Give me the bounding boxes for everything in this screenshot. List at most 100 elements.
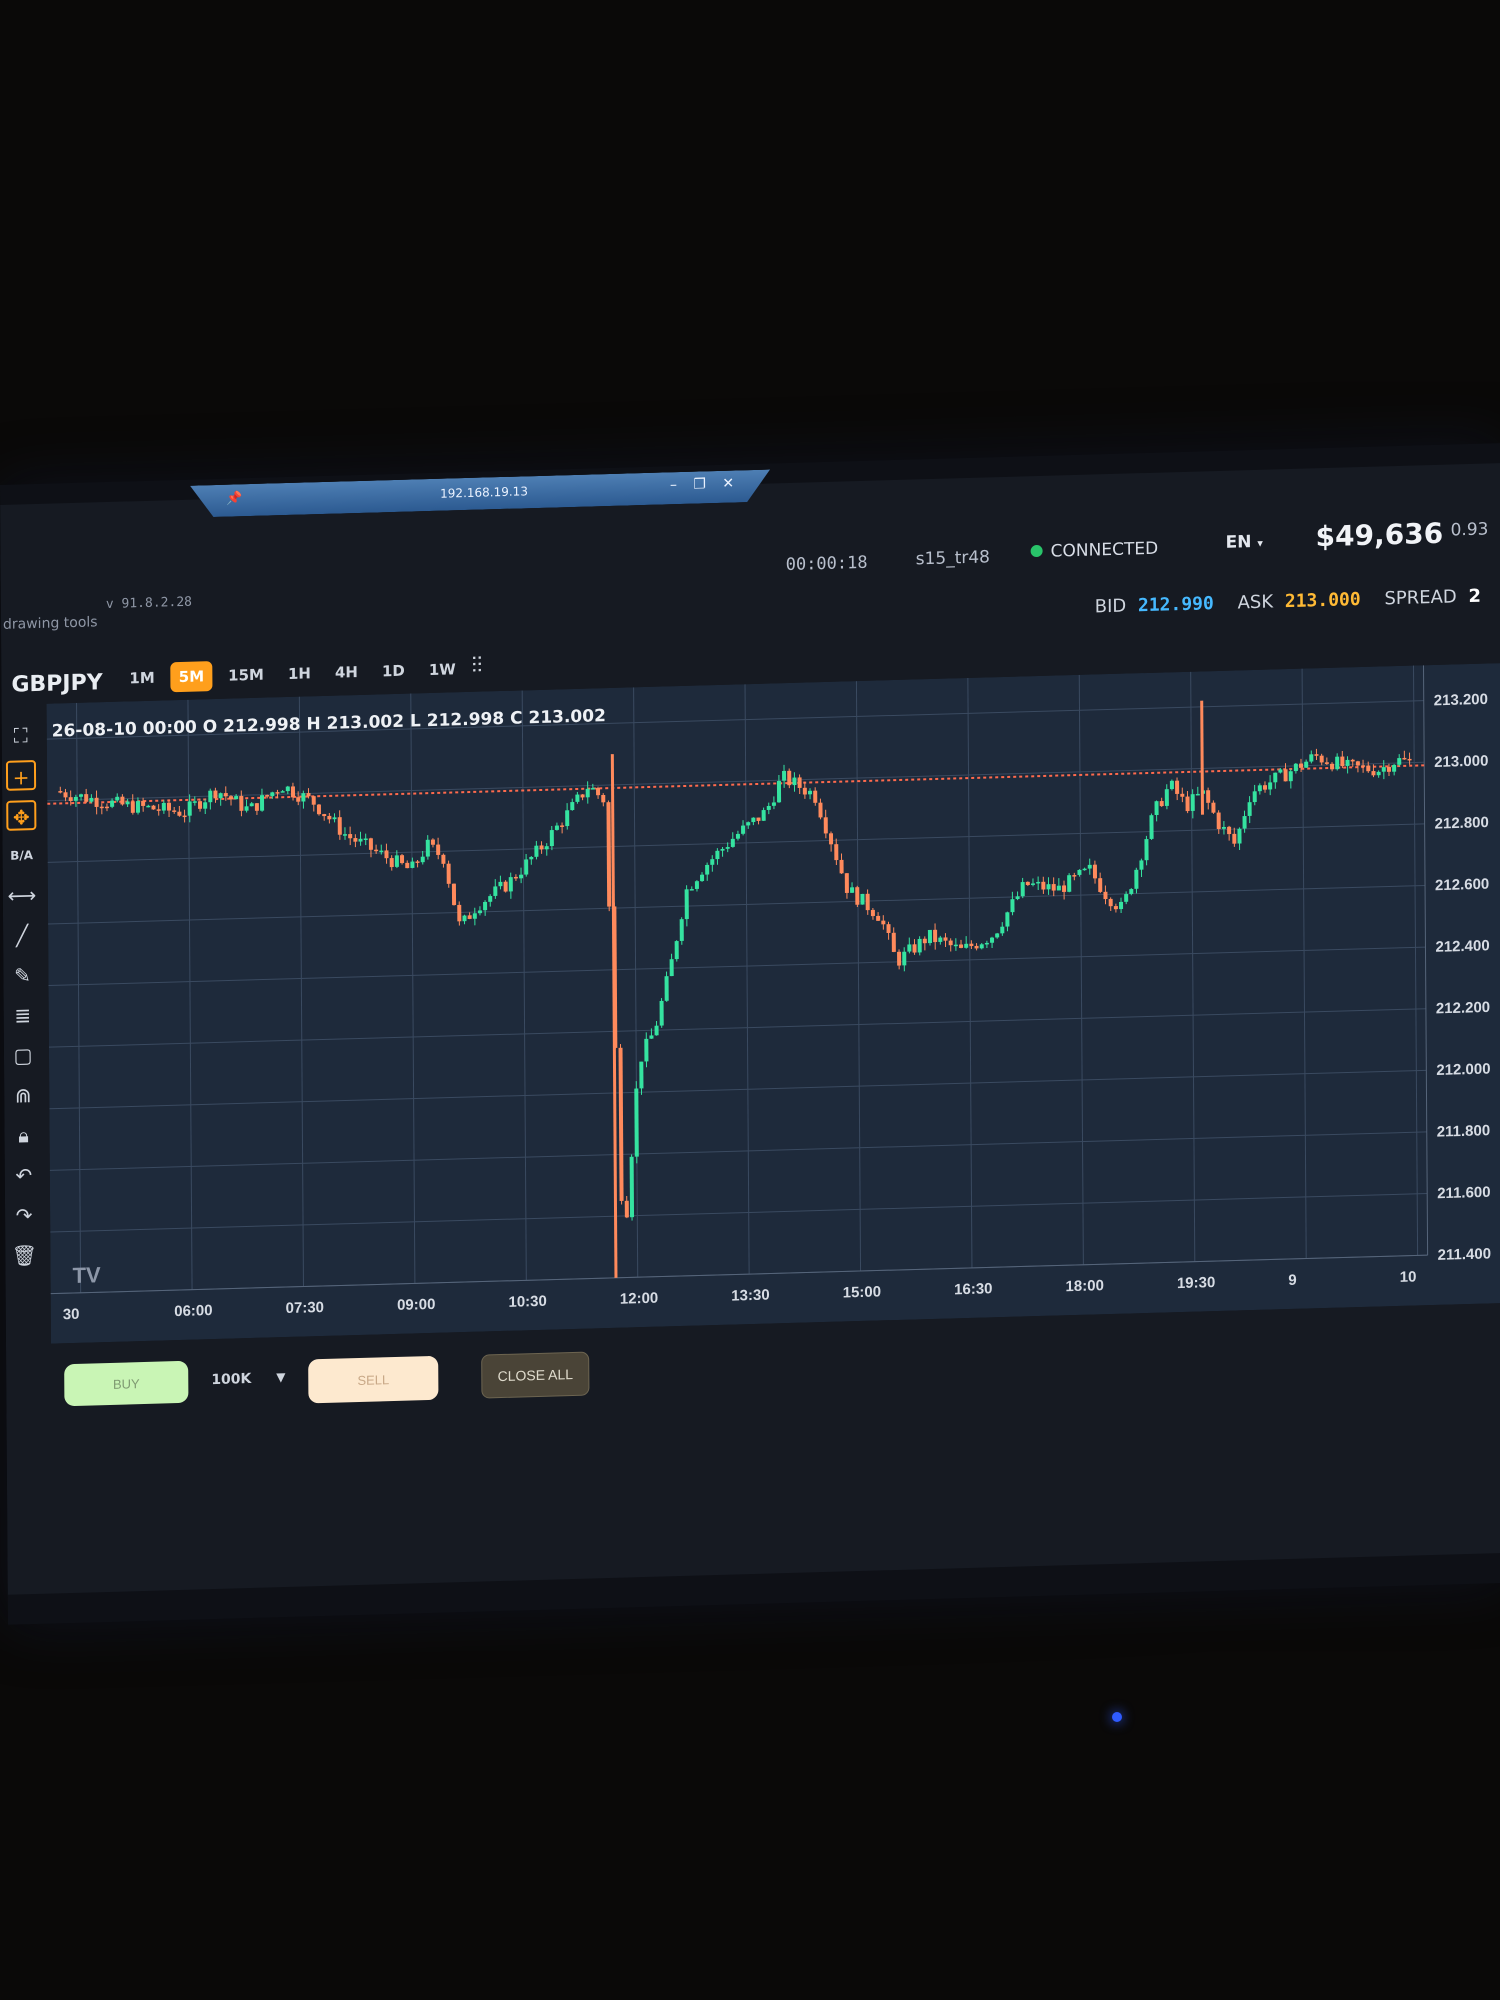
- candle-up: [477, 910, 482, 914]
- candle-up: [1376, 771, 1381, 776]
- lock-icon[interactable]: 🔒︎: [8, 1120, 38, 1151]
- candle-down: [182, 815, 187, 818]
- candlestick-type-icon[interactable]: ⫶⫶: [471, 654, 482, 679]
- candle-up: [1129, 888, 1134, 894]
- candle-down: [1108, 898, 1113, 907]
- window-controls[interactable]: – ❐ ✕: [670, 475, 740, 493]
- move-icon[interactable]: ✥: [6, 799, 37, 831]
- candle-up: [1252, 791, 1257, 803]
- chart-svg[interactable]: 213.200 213.000 212.800 212.600 212.400 212.2…: [46, 663, 1500, 1344]
- candle-up: [498, 881, 503, 887]
- candle-up: [1381, 767, 1386, 772]
- timeframe-5m[interactable]: 5M: [170, 661, 213, 693]
- sell-button[interactable]: SELL: [308, 1355, 439, 1404]
- candle-down: [177, 811, 182, 816]
- candle-down: [290, 786, 296, 798]
- candle-up: [488, 896, 493, 902]
- candle-down: [1350, 759, 1355, 762]
- candle-up: [902, 951, 907, 966]
- candle-down: [787, 770, 792, 786]
- candle-down: [1159, 800, 1164, 807]
- candle-up: [218, 793, 223, 799]
- candle-up: [590, 787, 595, 790]
- measure-icon[interactable]: ⟷: [7, 880, 37, 911]
- candle-up: [575, 794, 580, 802]
- candle-down: [1366, 765, 1371, 772]
- candle-up: [694, 881, 699, 890]
- fullscreen-icon[interactable]: ⛶: [6, 720, 36, 751]
- candle-down: [1262, 785, 1268, 790]
- timeframe-1h[interactable]: 1H: [280, 658, 319, 689]
- drawing-tool-rail: ⛶ + ✥ B/A ⟷ ╱ ✎ ≣ ▢ ⋒ 🔒︎ ↶ ↷ 🗑︎: [5, 720, 48, 1281]
- candle-down: [384, 850, 389, 859]
- chevron-down-icon[interactable]: ▼: [276, 1370, 285, 1384]
- timeframe-selector: 1M 5M 15M 1H 4H 1D 1W: [121, 654, 464, 694]
- undo-icon[interactable]: ↶: [9, 1160, 39, 1191]
- crosshair-icon[interactable]: +: [5, 760, 37, 791]
- candle-up: [654, 1025, 659, 1036]
- x-tick-label: 13:30: [731, 1287, 769, 1305]
- candle-down: [327, 815, 332, 820]
- candle-up: [244, 806, 249, 811]
- candle-down: [441, 854, 446, 864]
- candle-up: [979, 944, 984, 949]
- candle-up: [1119, 901, 1124, 910]
- quantity-selector[interactable]: 100K: [211, 1371, 251, 1388]
- symbol-name[interactable]: GBPJPY: [11, 670, 102, 698]
- account-balance: $49,636: [1315, 516, 1444, 554]
- candle-up: [995, 933, 1000, 938]
- pencil-icon[interactable]: ✎: [7, 960, 37, 991]
- candle-up: [735, 833, 740, 839]
- timeframe-1m[interactable]: 1M: [121, 662, 163, 693]
- candle-down: [430, 839, 435, 845]
- connection-status: CONNECTED: [1030, 539, 1158, 563]
- candle-down: [560, 825, 565, 827]
- buy-button[interactable]: BUY: [64, 1360, 189, 1407]
- timeframe-1d[interactable]: 1D: [374, 655, 413, 686]
- candle-down: [197, 801, 203, 809]
- candle-down: [94, 797, 99, 807]
- candle-down: [823, 817, 828, 834]
- candle-down: [467, 915, 472, 919]
- language-selector[interactable]: EN ▾: [1226, 532, 1263, 553]
- candle-down: [156, 809, 161, 811]
- candle-up: [990, 937, 995, 943]
- fib-lines-icon[interactable]: ≣: [8, 1000, 38, 1031]
- timeframe-15m[interactable]: 15M: [220, 659, 272, 690]
- chart-background: [46, 663, 1500, 1344]
- candle-up: [1056, 885, 1061, 891]
- candle-down: [228, 796, 233, 800]
- version-label: v 91.8.2.28: [105, 594, 192, 613]
- candle-down: [829, 833, 834, 845]
- redo-icon[interactable]: ↷: [9, 1200, 39, 1231]
- candle-up: [761, 809, 766, 821]
- candle-down: [306, 793, 311, 797]
- pin-icon[interactable]: 📌: [226, 491, 242, 506]
- candle-down: [400, 855, 405, 864]
- candle-down: [316, 804, 321, 815]
- candle-up: [953, 944, 958, 947]
- candle-down: [1025, 881, 1030, 886]
- trendline-icon[interactable]: ╱: [7, 920, 37, 951]
- price-chart[interactable]: 213.200 213.000 212.800 212.600 212.400 212.2…: [46, 663, 1500, 1344]
- candle-down: [368, 838, 373, 850]
- rectangle-icon[interactable]: ▢: [8, 1040, 38, 1071]
- candle-down: [1113, 906, 1118, 910]
- magnet-icon[interactable]: ⋒: [8, 1080, 38, 1111]
- x-tick-label: 30: [63, 1306, 80, 1323]
- candle-down: [322, 814, 327, 817]
- y-tick-label: 211.400: [1438, 1245, 1492, 1263]
- candle-up: [792, 777, 797, 786]
- timeframe-4h[interactable]: 4H: [327, 657, 366, 688]
- close-all-button[interactable]: CLOSE ALL: [481, 1351, 590, 1399]
- candle-up: [1169, 780, 1174, 790]
- trash-icon[interactable]: 🗑︎: [9, 1240, 39, 1271]
- timeframe-1w[interactable]: 1W: [421, 654, 464, 685]
- tv-watermark: TV: [72, 1262, 101, 1288]
- candle-down: [1371, 770, 1376, 776]
- candle-down: [580, 794, 585, 798]
- candle-down: [813, 790, 818, 803]
- remote-session-bar[interactable]: 📌 192.168.19.13 – ❐ ✕: [190, 469, 770, 517]
- bid-ask-icon[interactable]: B/A: [6, 840, 36, 871]
- candle-down: [797, 777, 802, 788]
